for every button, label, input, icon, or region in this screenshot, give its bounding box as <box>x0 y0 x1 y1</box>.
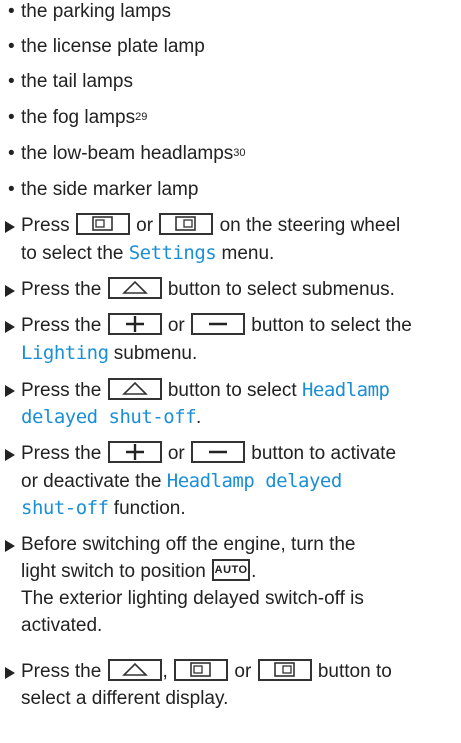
bullet-mark: • <box>8 1 15 22</box>
instruction-step: Press the or button to activate or deact… <box>0 440 461 524</box>
step-text-part: select a different display. <box>21 688 229 709</box>
footnote-ref: 29 <box>135 111 148 123</box>
step-arrow-icon <box>5 385 15 397</box>
step-text: Press or on the steering wheel to select… <box>21 212 461 268</box>
step-text-part: Press the <box>21 443 102 464</box>
step-text-part: to select the <box>21 243 124 264</box>
instruction-step: Press the or button to select the Lighti… <box>0 312 461 368</box>
list-item-text: the fog lamps29 <box>21 106 147 130</box>
step-text-part: button to activate <box>251 443 397 464</box>
step-arrow-icon <box>5 221 15 233</box>
bullet-mark: • <box>8 71 15 92</box>
step-text-part: . <box>196 407 202 428</box>
menu-name: delayed shut-off <box>21 406 197 428</box>
step-text-part: button to <box>317 661 392 682</box>
step-text-part: button to select the <box>251 315 412 336</box>
menu-name: Settings <box>128 242 217 264</box>
up-arrow-key-icon <box>107 276 162 299</box>
step-text-part: or <box>167 443 185 464</box>
step-text-part: Press the <box>21 661 102 682</box>
list-item: • the license plate lamp <box>0 35 461 61</box>
menu-name: shut-off <box>21 497 109 519</box>
step-text-part: Before switching off the engine, turn th… <box>21 534 356 555</box>
step-text-part: or <box>136 215 154 236</box>
step-arrow-icon <box>5 449 15 461</box>
list-item-text: the license plate lamp <box>21 36 205 57</box>
step-text: Press the button to select Headlamp dela… <box>21 377 461 432</box>
display-page-back-key-icon <box>174 658 229 681</box>
step-text: Press the or button to activate or deact… <box>21 440 461 523</box>
menu-name: Headlamp <box>301 379 390 401</box>
instruction-step: Press the button to select Headlamp dela… <box>0 377 461 432</box>
manual-page: • the parking lamps • the license plate … <box>0 0 461 743</box>
step-text-part: Press <box>21 215 70 236</box>
menu-name: Headlamp delayed <box>166 470 343 492</box>
step-text: Before switching off the engine, turn th… <box>21 533 461 641</box>
step-text-part: menu. <box>221 243 275 264</box>
list-item-label: the fog lamps <box>21 107 136 128</box>
auto-key-label: AUTO <box>214 563 248 576</box>
step-text-part: Press the <box>21 315 102 336</box>
list-item-text: the parking lamps <box>21 1 171 22</box>
step-arrow-icon <box>5 285 15 297</box>
step-text-part: or <box>167 315 185 336</box>
list-item-text: the side marker lamp <box>21 179 199 200</box>
list-item: • the low-beam headlamps30 <box>0 142 461 168</box>
step-text-part: or deactivate the <box>21 471 162 492</box>
step-text-part: , <box>162 661 168 682</box>
step-text-part: button to select submenus. <box>167 279 395 300</box>
step-text-part: submenu. <box>113 343 198 364</box>
up-arrow-key-icon <box>107 377 162 400</box>
instruction-step: Before switching off the engine, turn th… <box>0 533 461 649</box>
step-text-part: . <box>251 561 257 582</box>
minus-key-icon <box>191 440 246 463</box>
auto-light-switch-key-icon: AUTO <box>212 558 251 581</box>
step-text-part: light switch to position <box>21 561 206 582</box>
step-text: Press the or button to select the Lighti… <box>21 312 461 368</box>
instruction-step: Press the button to select submenus. <box>0 276 461 306</box>
list-item-text: the tail lamps <box>21 71 133 92</box>
up-arrow-key-icon <box>107 658 162 681</box>
list-item-text: the low-beam headlamps30 <box>21 142 246 166</box>
footnote-ref: 30 <box>233 147 246 159</box>
step-text-part: on the steering wheel <box>219 215 401 236</box>
step-text-part: Press the <box>21 279 102 300</box>
step-arrow-icon <box>5 321 15 333</box>
instruction-step: Press or on the steering wheel to select… <box>0 212 461 268</box>
bullet-mark: • <box>8 36 15 57</box>
list-item: • the tail lamps <box>0 70 461 96</box>
menu-name: Lighting <box>21 342 109 364</box>
display-page-forward-key-icon <box>257 658 312 681</box>
step-text: Press the button to select submenus. <box>21 276 461 305</box>
step-text: Press the , or button to select a differ… <box>21 658 461 714</box>
display-page-back-key-icon <box>75 212 130 235</box>
step-text-part: Press the <box>21 380 102 401</box>
bullet-mark: • <box>8 107 15 128</box>
bullet-mark: • <box>8 179 15 200</box>
list-item: • the parking lamps <box>0 0 461 26</box>
plus-key-icon <box>107 312 162 335</box>
list-item: • the side marker lamp <box>0 178 461 204</box>
minus-key-icon <box>191 312 246 335</box>
step-text-part: function. <box>113 498 186 519</box>
step-text-part: button to select <box>167 380 297 401</box>
step-arrow-icon <box>5 540 15 552</box>
list-item: • the fog lamps29 <box>0 106 461 132</box>
step-result-text: The exterior lighting delayed switch-off… <box>21 588 364 609</box>
bullet-mark: • <box>8 143 15 164</box>
display-page-forward-key-icon <box>159 212 214 235</box>
step-text-part: or <box>234 661 252 682</box>
list-item-label: the low-beam headlamps <box>21 143 234 164</box>
instruction-step: Press the , or button to select a differ… <box>0 658 461 720</box>
plus-key-icon <box>107 440 162 463</box>
step-arrow-icon <box>5 667 15 679</box>
step-result-text: activated. <box>21 615 103 636</box>
